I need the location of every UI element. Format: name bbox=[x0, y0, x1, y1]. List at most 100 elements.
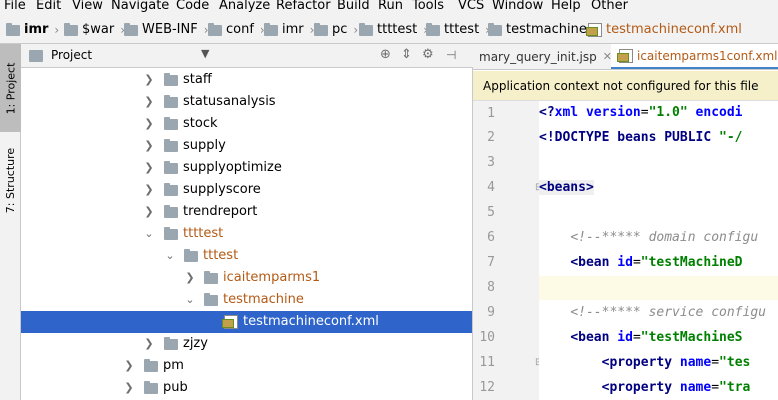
code-line: <beans> bbox=[539, 180, 594, 195]
chevron-right-icon[interactable]: ❯ bbox=[143, 333, 155, 355]
menu-file[interactable]: File bbox=[4, 0, 26, 13]
breadcrumb-item-current[interactable]: testmachineconf.xml bbox=[586, 21, 742, 39]
menu-run[interactable]: Run bbox=[378, 0, 403, 13]
chevron-down-icon[interactable]: ⌄ bbox=[164, 245, 176, 267]
folder-icon bbox=[204, 271, 218, 284]
breadcrumb-item[interactable]: imr › bbox=[6, 21, 59, 39]
line-number: 2 bbox=[487, 130, 495, 145]
xml-file-icon bbox=[617, 48, 633, 63]
code-line: <bean id="testMachineS bbox=[570, 330, 743, 345]
folder-icon bbox=[426, 22, 440, 36]
folder-icon bbox=[164, 139, 178, 152]
folder-icon bbox=[488, 22, 502, 36]
tree-item-ttttest[interactable]: ⌄ ttttest bbox=[21, 223, 472, 245]
folder-icon bbox=[164, 161, 178, 174]
line-number: 12 bbox=[479, 380, 495, 395]
menu-code[interactable]: Code bbox=[176, 0, 209, 13]
tree-item-supply[interactable]: ❯ supply bbox=[21, 135, 472, 157]
tree-item-staff[interactable]: ❯ staff bbox=[21, 69, 472, 91]
menu-navigate[interactable]: Navigate bbox=[111, 0, 169, 13]
chevron-right-icon[interactable]: ❯ bbox=[143, 69, 155, 91]
menu-tools[interactable]: Tools bbox=[412, 0, 444, 13]
menu-edit[interactable]: Edit bbox=[36, 0, 61, 13]
tree-item-statusanalysis[interactable]: ❯ statusanalysis bbox=[21, 91, 472, 113]
menu-window[interactable]: Window bbox=[492, 0, 543, 13]
tree-item-supplyscore[interactable]: ❯ supplyscore bbox=[21, 179, 472, 201]
project-panel: Project ▼ ❯ staff ❯ statusanalysis ❯ stock … bbox=[21, 44, 473, 400]
tree-item-pub[interactable]: ❯ pub bbox=[21, 377, 472, 399]
code-area[interactable]: <?xml version="1.0" encodi <!DOCTYPE bea… bbox=[539, 101, 778, 400]
folder-icon bbox=[164, 227, 178, 240]
menu-refactor[interactable]: Refactor bbox=[276, 0, 331, 13]
breadcrumb-item[interactable]: imr › bbox=[264, 21, 314, 39]
tree-item-zjzy[interactable]: ❯ zjzy bbox=[21, 333, 472, 355]
folder-icon bbox=[164, 183, 178, 196]
folder-icon bbox=[144, 359, 158, 372]
breadcrumb-item[interactable]: tttest› bbox=[426, 21, 490, 39]
menu-other[interactable]: Other bbox=[591, 0, 628, 13]
line-number: 4 bbox=[487, 180, 495, 195]
chevron-right-icon[interactable]: ❯ bbox=[143, 91, 155, 113]
tree-item-testmachine[interactable]: ⌄ testmachine bbox=[21, 289, 472, 311]
menu-bar: File Edit View Navigate Code Analyze Ref… bbox=[0, 0, 778, 16]
code-line bbox=[539, 276, 778, 300]
folder-icon bbox=[6, 22, 20, 36]
breadcrumb-item[interactable]: $war › bbox=[64, 21, 125, 39]
chevron-right-icon[interactable]: ❯ bbox=[123, 377, 135, 399]
breadcrumb-item[interactable]: testmachine› bbox=[488, 21, 598, 39]
view-dropdown-icon[interactable]: ▼ bbox=[201, 47, 209, 60]
chevron-right-icon[interactable]: ❯ bbox=[143, 157, 155, 179]
code-line: <property name="tra bbox=[601, 380, 751, 395]
chevron-right-icon[interactable]: ❯ bbox=[143, 113, 155, 135]
menu-vcs[interactable]: VCS bbox=[458, 0, 484, 13]
line-number: 6 bbox=[487, 230, 495, 245]
line-number: 8 bbox=[487, 280, 495, 295]
project-tool-tab[interactable]: 1: Project bbox=[0, 44, 21, 132]
tab-mary-query-init[interactable]: mary_query_init.jsp ✕ bbox=[473, 44, 612, 69]
tool-window-strip: 1: Project 7: Structure bbox=[0, 44, 21, 400]
structure-tool-tab[interactable]: 7: Structure bbox=[0, 138, 21, 222]
menu-help[interactable]: Help bbox=[551, 0, 581, 13]
chevron-right-icon[interactable]: ❯ bbox=[143, 135, 155, 157]
tab-icaitemparms1conf[interactable]: icaitemparms1conf.xml bbox=[611, 44, 778, 69]
tree-item-icaitemparms1[interactable]: ❯ icaitemparms1 bbox=[21, 267, 472, 289]
chevron-right-icon[interactable]: ❯ bbox=[143, 179, 155, 201]
line-number: 1 bbox=[487, 106, 495, 121]
breadcrumb-item[interactable]: ttttest› bbox=[359, 21, 428, 39]
code-line: <!--***** domain configu bbox=[570, 230, 759, 245]
context-notice: Application context not configured for t… bbox=[473, 71, 778, 101]
menu-build[interactable]: Build bbox=[337, 0, 370, 13]
folder-icon bbox=[164, 117, 178, 130]
breadcrumb-item[interactable]: WEB-INF › bbox=[124, 21, 209, 39]
xml-file-icon bbox=[222, 315, 238, 329]
breadcrumb-item[interactable]: conf › bbox=[208, 21, 265, 39]
locate-icon[interactable]: ⊕ bbox=[380, 47, 391, 62]
tree-item-trendreport[interactable]: ❯ trendreport bbox=[21, 201, 472, 223]
chevron-right-icon[interactable]: ❯ bbox=[143, 201, 155, 223]
collapse-icon[interactable]: ⇕ bbox=[401, 47, 412, 62]
tree-item-stock[interactable]: ❯ stock bbox=[21, 113, 472, 135]
breadcrumb-item[interactable]: pc › bbox=[314, 21, 358, 39]
code-line: <!DOCTYPE beans PUBLIC "-/ bbox=[539, 130, 743, 145]
folder-icon bbox=[164, 205, 178, 218]
hide-icon[interactable]: ⊣ bbox=[446, 48, 456, 62]
tree-item-supplyoptimize[interactable]: ❯ supplyoptimize bbox=[21, 157, 472, 179]
tree-item-tttest[interactable]: ⌄ tttest bbox=[21, 245, 472, 267]
gear-icon[interactable]: ⚙ bbox=[422, 47, 434, 62]
breadcrumb: imr › $war › WEB-INF › conf › imr › pc › tttte… bbox=[0, 16, 778, 44]
menu-view[interactable]: View bbox=[72, 0, 103, 13]
chevron-right-icon[interactable]: ❯ bbox=[184, 267, 196, 289]
code-line: <?xml version="1.0" encodi bbox=[539, 105, 743, 120]
editor-tabs: mary_query_init.jsp ✕ icaitemparms1conf.x… bbox=[473, 44, 778, 70]
project-icon bbox=[29, 50, 43, 62]
folder-icon bbox=[164, 95, 178, 108]
line-number: 10 bbox=[479, 330, 495, 345]
chevron-down-icon[interactable]: ⌄ bbox=[143, 223, 155, 245]
line-number: 3 bbox=[487, 155, 495, 170]
menu-analyze[interactable]: Analyze bbox=[219, 0, 270, 13]
tree-item-testmachineconf[interactable]: testmachineconf.xml bbox=[21, 311, 472, 333]
tree-item-pm[interactable]: ❯ pm bbox=[21, 355, 472, 377]
chevron-right-icon[interactable]: ❯ bbox=[123, 355, 135, 377]
chevron-down-icon[interactable]: ⌄ bbox=[184, 289, 196, 311]
